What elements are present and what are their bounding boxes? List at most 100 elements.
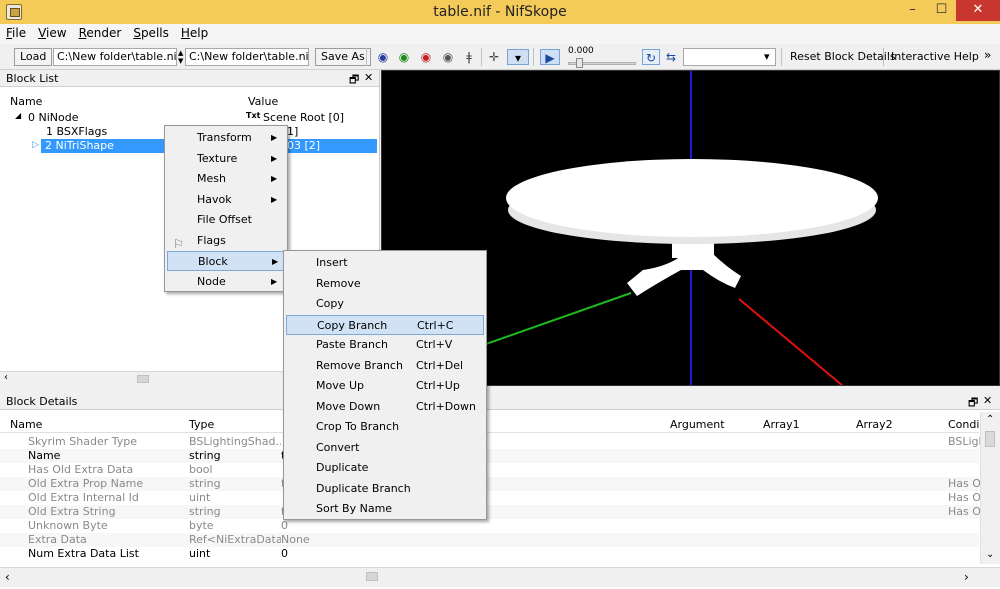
save-path-input[interactable]: C:\New folder\table.nif xyxy=(185,48,309,66)
context-menu-item-file-offset[interactable]: File Offset xyxy=(167,210,285,230)
detail-row[interactable]: Num Extra Data List uint 0 xyxy=(0,547,979,561)
detail-row[interactable]: Extra Data Ref<NiExtraData>None xyxy=(0,533,979,547)
expand-right-icon[interactable]: ▷ xyxy=(32,140,39,150)
scroll-thumb[interactable] xyxy=(985,431,995,447)
submenu-item-paste-branch[interactable]: Paste Branch Ctrl+V xyxy=(286,335,484,355)
splitter[interactable] xyxy=(0,386,1000,393)
submenu-item-crop-to-branch[interactable]: Crop To Branch xyxy=(286,417,484,437)
scroll-down-icon[interactable]: ⌄ xyxy=(986,549,994,560)
axes-icon[interactable]: ✛ xyxy=(486,49,502,65)
toolbar-overflow-icon[interactable]: » xyxy=(984,48,991,62)
scroll-thumb[interactable] xyxy=(137,375,149,383)
context-menu-item-node[interactable]: Node ▶ xyxy=(167,272,285,292)
submenu-item-remove[interactable]: Remove xyxy=(286,274,484,294)
context-menu-item-flags[interactable]: Flags xyxy=(167,231,285,251)
col-type[interactable]: Type xyxy=(189,418,214,431)
menu-spells[interactable]: Spells xyxy=(127,24,175,40)
reset-block-details-button[interactable]: Reset Block Details xyxy=(790,50,896,63)
view-eye-green-icon[interactable]: ◉ xyxy=(396,49,412,65)
col-array2[interactable]: Array2 xyxy=(856,418,893,431)
save-as-button[interactable]: Save As xyxy=(315,48,371,66)
menu-item-shortcut: Ctrl+C xyxy=(417,318,454,332)
menu-bar: File View Render Spells Help xyxy=(0,24,1000,44)
submenu-item-move-up[interactable]: Move Up Ctrl+Up xyxy=(286,376,484,396)
view-eye-gray-icon[interactable]: ◉ xyxy=(440,49,456,65)
detail-value[interactable]: None xyxy=(281,533,341,546)
menu-item-label: Move Up xyxy=(316,379,365,392)
col-name[interactable]: Name xyxy=(10,95,42,108)
expand-down-icon[interactable]: ◢ xyxy=(15,111,21,120)
view-dropdown-icon[interactable]: ▾ xyxy=(507,49,529,65)
maximize-button[interactable]: ☐ xyxy=(927,0,956,21)
menu-item-label: Remove Branch xyxy=(316,358,403,372)
scroll-thumb[interactable] xyxy=(366,572,378,581)
toolbar-separator xyxy=(883,48,884,66)
tree-row[interactable]: ◢ 0 NiNode Txt Scene Root [0] xyxy=(0,111,379,125)
scroll-up-icon[interactable]: ⌃ xyxy=(986,414,994,425)
animation-select[interactable]: ▾ xyxy=(683,48,776,66)
submenu-arrow-icon: ▶ xyxy=(271,174,278,183)
switch-icon[interactable]: ⇆ xyxy=(662,49,680,65)
detail-row[interactable]: Has Old Extra Data bool xyxy=(0,463,979,477)
menu-render[interactable]: Render xyxy=(73,24,128,40)
play-icon[interactable]: ▶ xyxy=(540,49,560,65)
menu-item-label: Crop To Branch xyxy=(316,420,400,433)
view-eye-red-icon[interactable]: ◉ xyxy=(418,49,434,65)
details-vscrollbar[interactable]: ⌃ ⌄ xyxy=(980,412,1000,564)
context-menu-item-mesh[interactable]: Mesh ▶ xyxy=(167,169,285,189)
menu-item-shortcut: Ctrl+V xyxy=(416,338,453,351)
submenu-item-insert[interactable]: Insert xyxy=(286,253,484,273)
close-panel-icon[interactable]: ✕ xyxy=(983,394,992,407)
details-hscrollbar[interactable]: ‹ › xyxy=(0,567,1000,587)
detail-value[interactable]: 0 xyxy=(281,519,341,532)
minimize-button[interactable]: – xyxy=(898,0,927,21)
context-menu-item-block[interactable]: Block ▶ xyxy=(167,251,285,271)
detail-row[interactable]: Old Extra Prop NamestringtHas O xyxy=(0,477,980,491)
scroll-right-icon[interactable]: › xyxy=(964,570,969,584)
detail-row[interactable]: Old Extra StringstringtHas O xyxy=(0,505,980,519)
col-array1[interactable]: Array1 xyxy=(763,418,800,431)
submenu-item-copy[interactable]: Copy xyxy=(286,294,484,314)
scroll-left-icon[interactable]: ‹ xyxy=(5,570,10,584)
menu-help[interactable]: Help xyxy=(175,24,214,40)
close-panel-icon[interactable]: ✕ xyxy=(364,71,373,84)
submenu-item-copy-branch[interactable]: Copy Branch Ctrl+C xyxy=(286,314,484,335)
menu-file[interactable]: File xyxy=(0,24,32,40)
submenu-item-duplicate-branch[interactable]: Duplicate Branch xyxy=(286,479,484,499)
detail-value[interactable]: 0 xyxy=(281,547,341,560)
context-menu-item-havok[interactable]: Havok ▶ xyxy=(167,190,285,210)
col-value[interactable]: Value xyxy=(248,95,278,108)
toolbar-separator xyxy=(366,48,367,66)
float-icon[interactable]: 🗗 xyxy=(968,394,978,413)
menu-view[interactable]: View xyxy=(32,24,72,40)
context-menu-item-texture[interactable]: Texture ▶ xyxy=(167,149,285,169)
view-eye-icon[interactable]: ◉ xyxy=(375,49,391,65)
col-argument[interactable]: Argument xyxy=(670,418,725,431)
submenu-item-remove-branch[interactable]: Remove Branch Ctrl+Del xyxy=(286,356,484,376)
load-button[interactable]: Load xyxy=(14,48,53,66)
tree-row-name: 1 BSXFlags xyxy=(46,125,108,138)
col-condition[interactable]: Condi xyxy=(948,418,979,431)
col-name[interactable]: Name xyxy=(10,418,42,431)
figure-icon[interactable]: ǂ xyxy=(461,49,477,65)
detail-row[interactable]: Old Extra Internal Id uint Has O xyxy=(0,491,980,505)
tree-row-value: 1] xyxy=(287,125,299,138)
detail-row[interactable]: Namestringt xyxy=(0,449,979,463)
loop-icon[interactable]: ↻ xyxy=(642,49,660,65)
submenu-item-move-down[interactable]: Move Down Ctrl+Down xyxy=(286,397,484,417)
submenu-item-sort-by-name[interactable]: Sort By Name xyxy=(286,499,484,519)
submenu-item-convert[interactable]: Convert xyxy=(286,438,484,458)
load-path-input[interactable]: C:\New folder\table.nif xyxy=(53,48,177,66)
detail-row[interactable]: Skyrim Shader Type BSLightingShad... BSLig… xyxy=(0,435,980,449)
context-menu-item-transform[interactable]: Transform ▶ xyxy=(167,128,285,148)
close-button[interactable]: ✕ xyxy=(956,0,1000,21)
swap-arrows-icon[interactable]: ▲ ▼ xyxy=(178,49,183,65)
submenu-arrow-icon: ▶ xyxy=(271,153,278,163)
submenu-item-duplicate[interactable]: Duplicate xyxy=(286,458,484,478)
time-slider-handle[interactable] xyxy=(576,58,583,68)
interactive-help-button[interactable]: Interactive Help xyxy=(891,50,979,63)
menu-item-label: Node xyxy=(197,274,226,288)
scroll-left-icon[interactable]: ‹ xyxy=(4,372,8,383)
float-icon[interactable]: 🗗 xyxy=(349,71,359,90)
detail-row[interactable]: Unknown Byte byte 0 xyxy=(0,519,979,533)
